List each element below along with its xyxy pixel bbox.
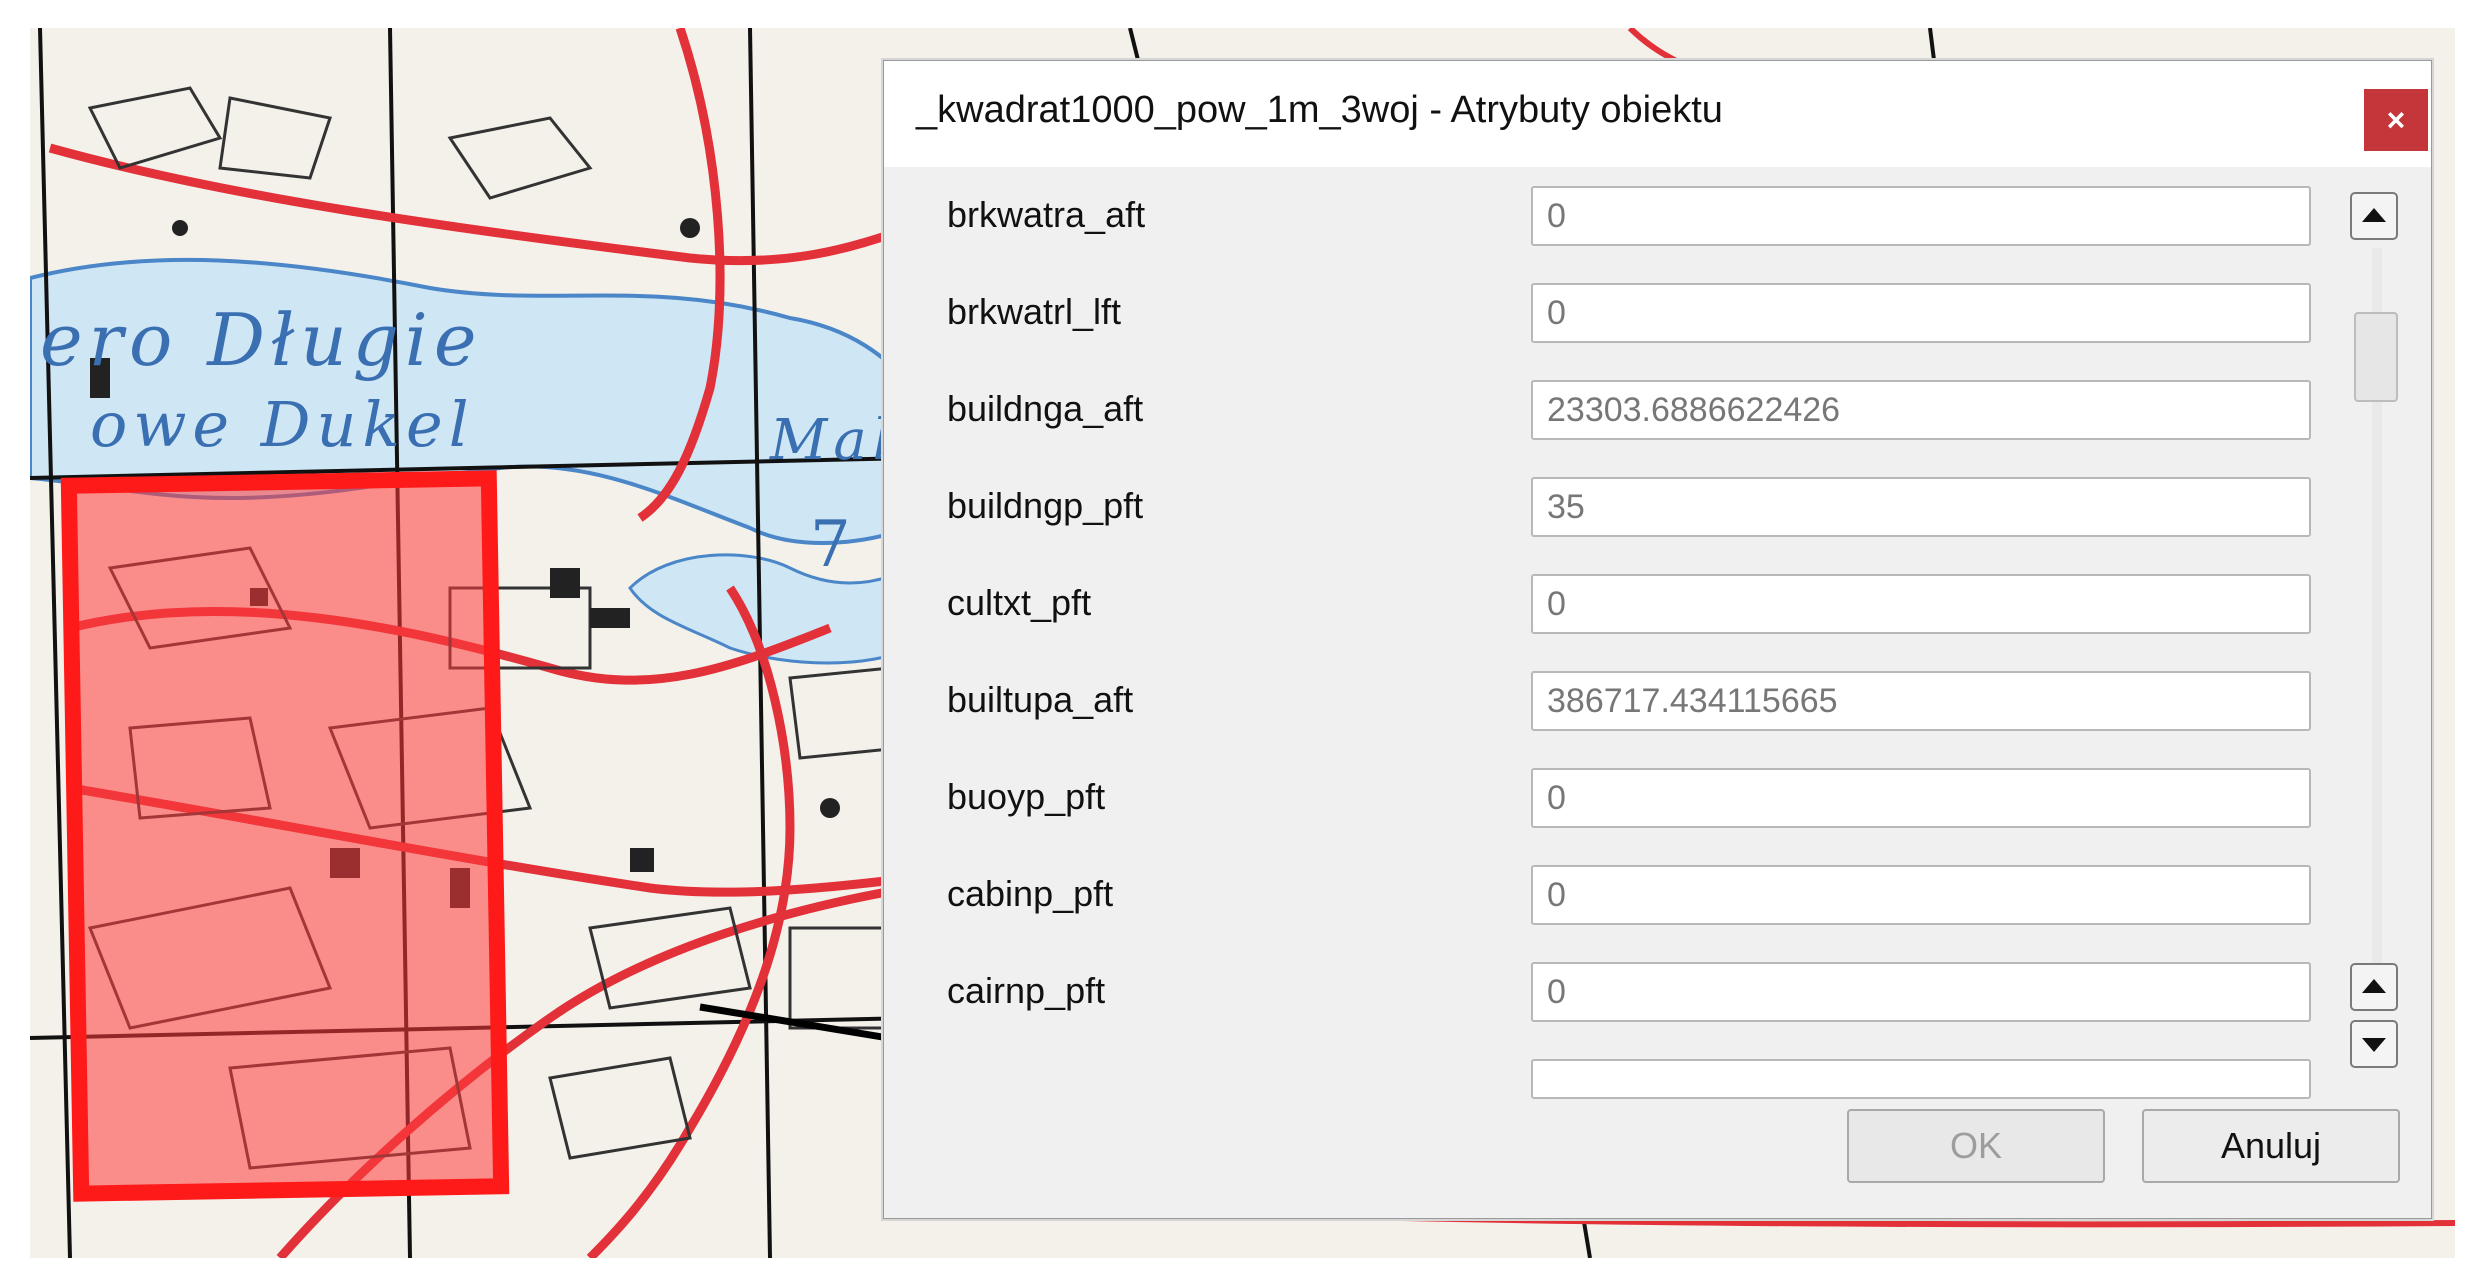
attribute-row-partial xyxy=(884,1049,2344,1129)
field-input[interactable]: 35 xyxy=(1531,477,2311,537)
attribute-row: builtupa_aft 386717.434115665 xyxy=(884,661,2344,741)
attributes-dialog: _kwadrat1000_pow_1m_3woj - Atrybuty obie… xyxy=(883,60,2432,1219)
close-button[interactable]: × xyxy=(2364,89,2428,151)
attribute-row: cultxt_pft 0 xyxy=(884,564,2344,644)
field-input[interactable]: 386717.434115665 xyxy=(1531,671,2311,731)
scroll-up-button[interactable] xyxy=(2350,192,2398,240)
field-input[interactable] xyxy=(1531,1059,2311,1099)
attribute-row: buoyp_pft 0 xyxy=(884,758,2344,838)
field-label: brkwatra_aft xyxy=(947,194,1146,235)
field-label: cultxt_pft xyxy=(947,582,1092,623)
field-input[interactable]: 0 xyxy=(1531,865,2311,925)
cancel-button[interactable]: Anuluj xyxy=(2142,1109,2400,1183)
field-input[interactable]: 0 xyxy=(1531,574,2311,634)
map-label-lake: ero Długie xyxy=(40,298,483,382)
attribute-row: cairnp_pft 0 xyxy=(884,952,2344,1032)
field-input[interactable]: 23303.6886622426 xyxy=(1531,380,2311,440)
field-label: buildngp_pft xyxy=(947,485,1144,526)
map-label-lake-2: owe Dukel xyxy=(90,388,475,461)
field-label: cairnp_pft xyxy=(947,970,1106,1011)
vertical-scrollbar[interactable] xyxy=(2350,192,2400,1072)
field-label: brkwatrl_lft xyxy=(947,291,1122,332)
field-label: buildnga_aft xyxy=(947,388,1144,429)
attribute-form: brkwatra_aft 0 brkwatrl_lft 0 buildnga_a… xyxy=(884,176,2344,1136)
field-label: builtupa_aft xyxy=(947,679,1134,720)
triangle-down-icon xyxy=(2362,1038,2386,1052)
field-input[interactable]: 0 xyxy=(1531,962,2311,1022)
field-input[interactable]: 0 xyxy=(1531,768,2311,828)
field-label: buoyp_pft xyxy=(947,776,1106,817)
field-label: cabinp_pft xyxy=(947,873,1114,914)
triangle-up-icon xyxy=(2362,208,2386,222)
triangle-up-icon xyxy=(2362,979,2386,993)
dialog-titlebar[interactable]: _kwadrat1000_pow_1m_3woj - Atrybuty obie… xyxy=(884,61,2431,167)
scrollbar-thumb[interactable] xyxy=(2354,312,2398,402)
field-input[interactable]: 0 xyxy=(1531,186,2311,246)
attribute-row: buildngp_pft 35 xyxy=(884,467,2344,547)
step-up-button[interactable] xyxy=(2350,963,2398,1011)
dialog-title: _kwadrat1000_pow_1m_3woj - Atrybuty obie… xyxy=(916,89,1723,131)
attribute-row: brkwatrl_lft 0 xyxy=(884,273,2344,353)
attribute-row: cabinp_pft 0 xyxy=(884,855,2344,935)
field-input[interactable]: 0 xyxy=(1531,283,2311,343)
map-label-number: 7 xyxy=(810,508,857,582)
close-icon: × xyxy=(2386,102,2406,138)
attribute-row: brkwatra_aft 0 xyxy=(884,176,2344,256)
scroll-down-button[interactable] xyxy=(2350,1020,2398,1068)
attribute-row: buildnga_aft 23303.6886622426 xyxy=(884,370,2344,450)
ok-button[interactable]: OK xyxy=(1847,1109,2105,1183)
selected-feature[interactable] xyxy=(60,470,510,1202)
